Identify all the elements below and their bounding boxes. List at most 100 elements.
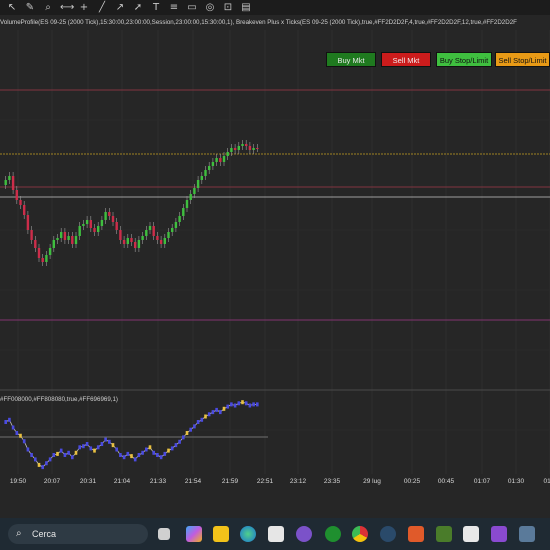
indicator-bar <box>115 447 118 452</box>
time-axis[interactable]: 19:50 20:07 20:31 21:04 21:33 21:54 21:59 22:51… <box>0 474 550 492</box>
time-axis-tick: 21:33 <box>149 478 167 485</box>
indicator-bar <box>96 445 100 450</box>
indicator-bar <box>170 446 174 451</box>
indicator-bar <box>185 431 189 435</box>
indicator-bar <box>244 401 248 406</box>
price-chart[interactable] <box>0 0 550 475</box>
candle-body <box>122 240 126 244</box>
sub-panel-label: #FF008000,#FF808080,true,#FF696969,1) <box>0 396 118 403</box>
taskbar-search-placeholder: Cerca <box>32 529 57 539</box>
candle-body <box>230 148 233 152</box>
indicator-bar <box>148 445 152 450</box>
candle-body <box>48 248 52 255</box>
indicator-bar <box>78 445 81 450</box>
candle-body <box>34 240 37 248</box>
app3-icon[interactable] <box>436 526 452 542</box>
indicator-bar <box>11 425 15 430</box>
indicator-bar <box>59 448 63 453</box>
indicator-bar <box>104 437 107 442</box>
indicator-bar <box>248 403 252 408</box>
candle-body <box>93 228 96 232</box>
candle-body <box>74 236 78 244</box>
indicator-bar <box>178 439 181 444</box>
buy-market-button[interactable]: Buy Mkt <box>326 52 376 67</box>
candle-body <box>237 146 240 150</box>
copilot-icon[interactable] <box>186 526 202 542</box>
indicator-bar <box>230 402 233 407</box>
calculator-icon[interactable] <box>519 526 535 542</box>
indicator-bar <box>189 427 192 432</box>
edge-icon[interactable] <box>240 526 256 542</box>
indicator-bar <box>45 461 48 466</box>
file-explorer-icon[interactable] <box>213 526 229 542</box>
indicator-bar <box>133 457 137 462</box>
ninjatrader-icon[interactable] <box>463 526 479 542</box>
candle-body <box>174 222 178 228</box>
candle-body <box>141 236 144 240</box>
candle-body <box>167 232 170 238</box>
app4-icon[interactable] <box>491 526 507 542</box>
candle-body <box>252 148 255 150</box>
candle-body <box>19 200 22 205</box>
candle-body <box>211 162 215 166</box>
candle-body <box>115 222 118 230</box>
buy-stop-limit-button[interactable]: Buy Stop/Limit <box>436 52 492 67</box>
indicator-bar <box>207 412 211 417</box>
sell-market-button[interactable]: Sell Mkt <box>381 52 431 67</box>
app-icon[interactable] <box>296 526 312 542</box>
indicator-bar <box>233 403 237 408</box>
xbox-icon[interactable] <box>325 526 341 542</box>
candle-body <box>189 194 192 200</box>
indicator-bar <box>193 424 196 429</box>
time-axis-tick: 21:59 <box>221 478 239 485</box>
time-axis-tick: 00:25 <box>403 478 421 485</box>
candle-body <box>52 240 55 248</box>
indicator-bar <box>37 462 41 467</box>
candle-body <box>241 144 244 146</box>
indicator-bar <box>152 450 155 455</box>
sell-stop-limit-button[interactable]: Sell Stop/Limit <box>495 52 550 67</box>
candle-body <box>204 170 207 176</box>
time-axis-tick: 22:51 <box>256 478 274 485</box>
candle-body <box>178 216 181 222</box>
indicator-bar <box>71 455 74 460</box>
time-axis-tick: 01: <box>543 478 550 485</box>
store-icon[interactable] <box>268 526 284 542</box>
indicator-bar <box>56 451 59 456</box>
steam-icon[interactable] <box>380 526 396 542</box>
app2-icon[interactable] <box>408 526 424 542</box>
indicator-bar <box>85 442 89 446</box>
indicator-bar <box>119 453 122 457</box>
indicator-bar <box>167 448 170 453</box>
task-view-icon[interactable] <box>158 528 170 540</box>
indicator-bar <box>159 455 163 460</box>
indicator-bar <box>67 450 70 455</box>
indicator-bar <box>204 414 207 419</box>
time-axis-tick: 23:35 <box>323 478 341 485</box>
candle-body <box>45 255 48 262</box>
time-axis-tick: 19:50 <box>9 478 27 485</box>
time-axis-tick: 20:07 <box>43 478 61 485</box>
candle-body <box>37 248 41 258</box>
indicator-bar <box>26 447 30 452</box>
indicator-bar <box>15 431 19 435</box>
search-icon: ⌕ <box>16 528 22 539</box>
candle-body <box>78 226 81 236</box>
candle-body <box>156 236 159 240</box>
candle-body <box>159 240 163 244</box>
taskbar-search-box[interactable] <box>8 524 148 544</box>
indicator-bar <box>89 446 93 451</box>
indicator-bar <box>74 450 78 455</box>
time-axis-tick: 01:30 <box>507 478 525 485</box>
candle-body <box>82 224 85 226</box>
candle-body <box>248 146 252 150</box>
indicator-bar <box>222 406 226 411</box>
indicator-bar <box>182 435 185 440</box>
indicator-bar <box>122 455 126 460</box>
chrome-icon[interactable] <box>352 526 368 542</box>
candle-body <box>108 212 111 216</box>
candle-body <box>67 236 70 240</box>
candle-body <box>245 144 248 146</box>
indicator-bar <box>4 420 7 424</box>
candle-body <box>85 220 89 224</box>
